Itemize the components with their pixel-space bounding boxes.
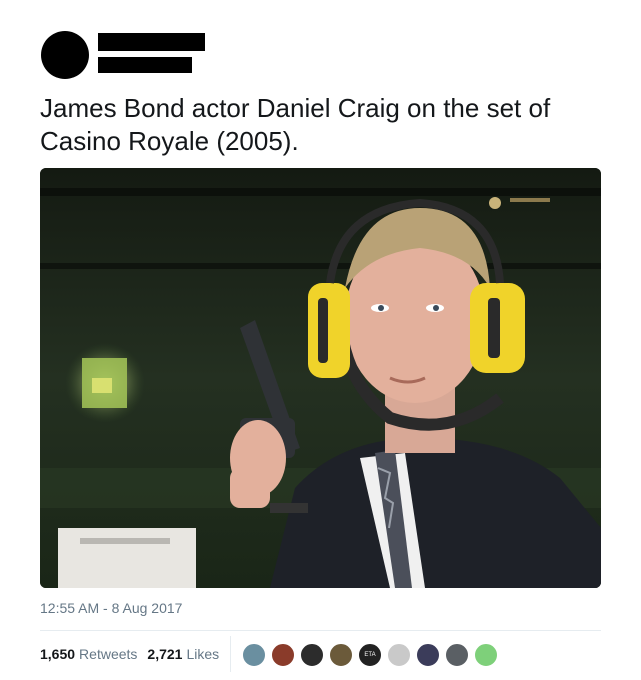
author-avatar[interactable] [41, 31, 89, 79]
tweet-stats: 1,650 Retweets 2,721 Likes [40, 646, 229, 662]
liker-avatar-1[interactable] [242, 643, 266, 667]
retweets-stat[interactable]: 1,650 Retweets [40, 646, 137, 662]
liker-avatar-6[interactable] [387, 643, 411, 667]
liker-avatar-3[interactable] [300, 643, 324, 667]
liker-avatar-4[interactable] [329, 643, 353, 667]
liker-avatar-5[interactable]: ETA [358, 643, 382, 667]
retweets-label: Retweets [79, 646, 138, 662]
likes-stat[interactable]: 2,721 Likes [147, 646, 219, 662]
likes-label: Likes [186, 646, 220, 662]
liker-avatar-9[interactable] [474, 643, 498, 667]
likes-count: 2,721 [147, 646, 183, 662]
photo-illustration [40, 168, 601, 588]
likers-list: ETA [242, 643, 503, 667]
author-name-redacted[interactable] [98, 33, 205, 51]
stats-vertical-divider [230, 636, 231, 672]
tweet-text: James Bond actor Daniel Craig on the set… [40, 93, 551, 156]
tweet-photo[interactable] [40, 168, 601, 588]
author-handle-redacted[interactable] [98, 57, 192, 73]
retweets-count: 1,650 [40, 646, 76, 662]
liker-avatar-8[interactable] [445, 643, 469, 667]
tweet-timestamp[interactable]: 12:55 AM - 8 Aug 2017 [40, 600, 182, 616]
stats-divider [40, 630, 601, 631]
liker-avatar-7[interactable] [416, 643, 440, 667]
liker-avatar-2[interactable] [271, 643, 295, 667]
